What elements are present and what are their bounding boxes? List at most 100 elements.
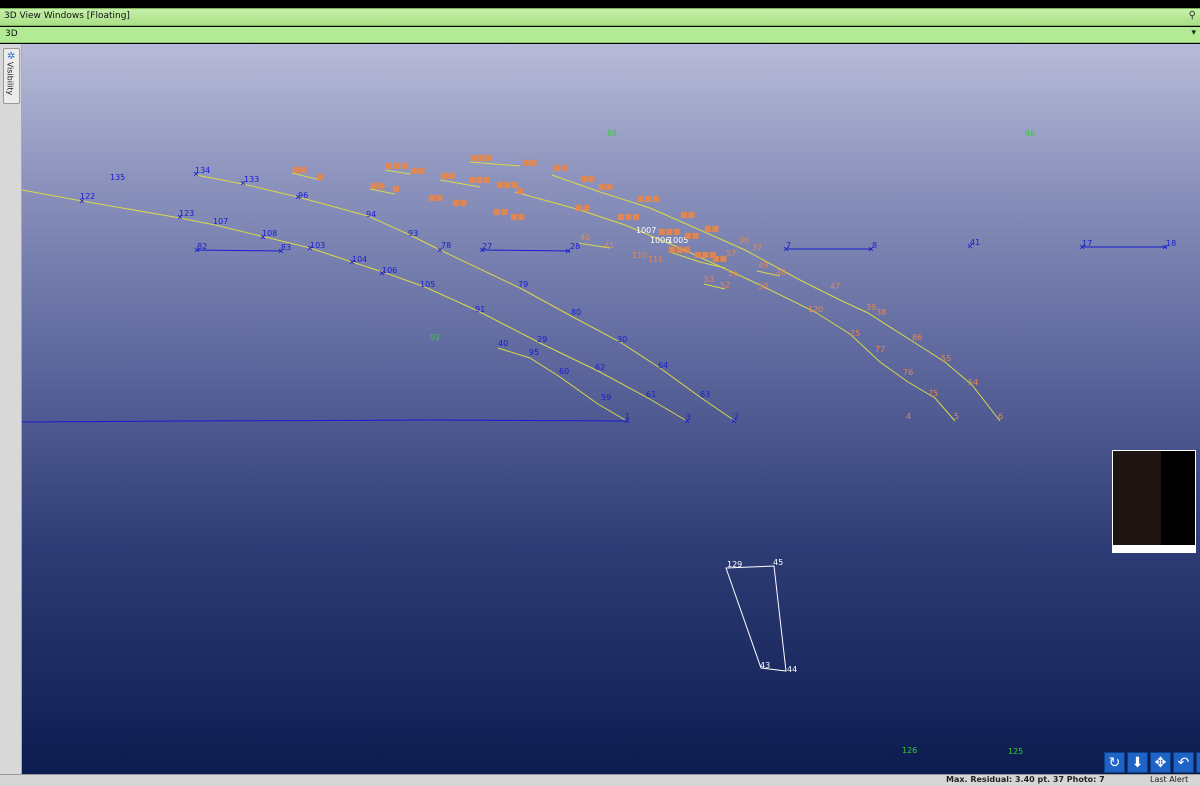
point-label-orange: 5 bbox=[954, 412, 959, 421]
svg-text:■■■: ■■■ bbox=[617, 212, 640, 221]
point-label-blue: 122 bbox=[80, 192, 95, 201]
svg-text:■■: ■■ bbox=[580, 174, 595, 183]
point-markers bbox=[79, 171, 1168, 424]
point-label-orange: 47 bbox=[830, 282, 840, 291]
point-label-blue: 30 bbox=[617, 335, 627, 344]
point-label-blue: 18 bbox=[1166, 239, 1176, 248]
move-down-icon[interactable]: ⬇ bbox=[1127, 752, 1148, 773]
svg-text:■: ■ bbox=[516, 186, 524, 195]
svg-text:■: ■ bbox=[392, 184, 400, 193]
point-label-blue: 91 bbox=[475, 305, 485, 314]
svg-text:■■: ■■ bbox=[598, 182, 613, 191]
blue-segment bbox=[481, 249, 571, 252]
view-selector[interactable]: 3D ▾ bbox=[0, 27, 1200, 43]
pan-icon[interactable]: ✥ bbox=[1150, 752, 1171, 773]
svg-text:■■: ■■ bbox=[440, 171, 455, 180]
scene-drawing: 135 122 134 133 96 123 107 108 82 83 103… bbox=[22, 129, 1176, 756]
point-label-blue: 83 bbox=[281, 243, 291, 252]
point-label-green: 92 bbox=[430, 333, 440, 342]
svg-text:■■: ■■ bbox=[712, 254, 727, 263]
blue-points: 135 122 134 133 96 123 107 108 82 83 103… bbox=[80, 166, 1176, 422]
curve-line bbox=[514, 191, 956, 422]
point-label-orange: 40 bbox=[580, 233, 590, 242]
zoom-extents-icon[interactable]: ⤢ bbox=[1196, 752, 1200, 773]
point-label-white: 43 bbox=[760, 661, 770, 670]
point-label-blue: 104 bbox=[352, 255, 367, 264]
orbit-icon[interactable]: ↻ bbox=[1104, 752, 1125, 773]
point-label-blue: 123 bbox=[179, 209, 194, 218]
chevron-down-icon[interactable]: ▾ bbox=[1191, 28, 1196, 38]
point-label-white: 45 bbox=[773, 558, 783, 567]
visibility-tab-label: Visibility bbox=[5, 61, 15, 96]
top-strip bbox=[0, 0, 1200, 8]
photo-thumbnail[interactable] bbox=[1112, 450, 1196, 553]
point-label-blue: 63 bbox=[700, 390, 710, 399]
point-label-blue: 78 bbox=[441, 241, 451, 250]
svg-text:■■: ■■ bbox=[370, 181, 385, 190]
point-label-white: 44 bbox=[787, 665, 797, 674]
point-label-orange: 50 bbox=[758, 282, 768, 291]
photo-thumbnail-left bbox=[1113, 451, 1161, 545]
point-label-blue: 135 bbox=[110, 173, 125, 182]
point-label-orange: 38 bbox=[876, 308, 886, 317]
point-label-blue: 61 bbox=[646, 390, 656, 399]
point-label-blue: 40 bbox=[498, 339, 508, 348]
point-label-blue: 95 bbox=[529, 348, 539, 357]
curve-line bbox=[195, 174, 736, 422]
svg-text:■■: ■■ bbox=[704, 224, 719, 233]
svg-text:■■■: ■■■ bbox=[668, 245, 691, 254]
svg-text:■■: ■■ bbox=[452, 198, 467, 207]
point-label-blue: 59 bbox=[601, 393, 611, 402]
curve-line bbox=[384, 169, 411, 175]
svg-text:■■: ■■ bbox=[292, 165, 307, 174]
svg-text:■■: ■■ bbox=[553, 163, 568, 172]
point-label-orange: 37 bbox=[752, 243, 762, 252]
svg-text:■■■: ■■■ bbox=[468, 175, 491, 184]
point-label-blue: 64 bbox=[658, 361, 668, 370]
point-label-orange: 52 bbox=[720, 281, 730, 290]
point-label-blue: 60 bbox=[559, 367, 569, 376]
point-label-orange: 55 bbox=[941, 354, 951, 363]
point-label-blue: 107 bbox=[213, 217, 228, 226]
svg-text:■■: ■■ bbox=[684, 231, 699, 240]
point-label-orange: 39 bbox=[866, 303, 876, 312]
visibility-tab[interactable]: ✲ Visibility bbox=[3, 48, 20, 104]
point-label-blue: 62 bbox=[595, 363, 605, 372]
point-label-white: 129 bbox=[727, 560, 742, 569]
point-label-blue: 133 bbox=[244, 175, 259, 184]
svg-text:■■: ■■ bbox=[522, 158, 537, 167]
orange-label-fragments: ■■■ ■■■■■ ■■■■■ ■■■■■■ ■■ ■ ■■ ■■■■■■ ■■■■… bbox=[292, 153, 727, 263]
undo-view-icon[interactable]: ↶ bbox=[1173, 752, 1194, 773]
point-label-orange: 56 bbox=[728, 269, 738, 278]
point-label-blue: 105 bbox=[420, 280, 435, 289]
point-label-blue: 93 bbox=[408, 229, 418, 238]
point-label-blue: 27 bbox=[482, 242, 492, 251]
3d-viewport[interactable]: 135 122 134 133 96 123 107 108 82 83 103… bbox=[22, 44, 1200, 774]
point-label-blue: 17 bbox=[1082, 239, 1092, 248]
point-label-blue: 79 bbox=[518, 280, 528, 289]
white-polygon bbox=[725, 565, 787, 672]
point-label-orange: 53 bbox=[704, 275, 714, 284]
point-label-orange: 57 bbox=[726, 249, 736, 258]
point-label-orange: 41 bbox=[604, 241, 614, 250]
pin-icon[interactable]: ⚲ bbox=[1189, 10, 1196, 21]
point-label-orange: 49 bbox=[758, 261, 768, 270]
point-label-orange: 25 bbox=[850, 329, 860, 338]
point-label-orange: 36 bbox=[739, 236, 749, 245]
window-title: 3D View Windows [Floating] bbox=[4, 11, 130, 21]
point-label-blue: 94 bbox=[366, 210, 376, 219]
point-label-blue: 108 bbox=[262, 229, 277, 238]
svg-text:■■: ■■ bbox=[428, 193, 443, 202]
window-titlebar[interactable]: 3D View Windows [Floating] ⚲ bbox=[0, 8, 1200, 26]
svg-text:■■■: ■■■ bbox=[658, 227, 681, 236]
svg-text:■■■: ■■■ bbox=[470, 153, 493, 162]
residual-status: Max. Residual: 3.40 pt. 37 Photo: 7 bbox=[946, 775, 1105, 784]
gear-icon: ✲ bbox=[7, 51, 16, 62]
last-alert-link[interactable]: Last Alert bbox=[1150, 775, 1188, 784]
curve-line bbox=[22, 189, 688, 422]
curve-line bbox=[497, 347, 628, 422]
svg-text:■■: ■■ bbox=[410, 166, 425, 175]
photo-thumbnail-right bbox=[1161, 451, 1195, 545]
point-label-green: 125 bbox=[1008, 747, 1023, 756]
point-label-blue: 106 bbox=[382, 266, 397, 275]
